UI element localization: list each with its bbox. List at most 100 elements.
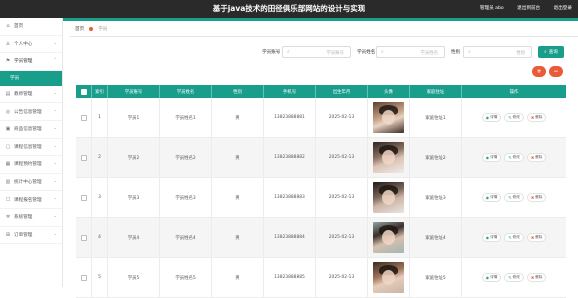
edit-button[interactable]: ✎ 修改: [504, 273, 524, 282]
sidebar-item-system[interactable]: ✲ 系统管理 ⌄: [0, 209, 62, 227]
view-button[interactable]: ◉ 详情: [481, 193, 502, 202]
add-button[interactable]: +: [532, 66, 546, 77]
sidebar-item-notices[interactable]: ◎ 公告信息管理 ⌄: [0, 103, 62, 121]
breadcrumb: 首页 学员: [75, 26, 107, 32]
edit-icon: ✎: [508, 155, 512, 160]
row-name: 学员姓名3: [160, 177, 212, 218]
sidebar-item-courses[interactable]: ▢ 课程信息管理 ⌄: [0, 139, 62, 157]
search-label-gender: 性别: [451, 50, 461, 55]
select-all-checkbox[interactable]: [80, 88, 87, 95]
sidebar-subitem-students[interactable]: 学员: [0, 70, 62, 86]
avatar-face: [382, 150, 395, 165]
box-icon: ▣: [5, 126, 11, 133]
avatar-cell: [368, 97, 410, 138]
sidebar-item-products[interactable]: ▣ 商品信息管理 ⌄: [0, 121, 62, 139]
edit-button[interactable]: ✎ 修改: [504, 113, 524, 122]
delete-icon: ✖: [530, 115, 535, 120]
top-bar: 基于java技术的田径俱乐部网站的设计与实现 管理员 abo 退出到前台 退出登…: [0, 0, 578, 18]
sidebar-item-statistics[interactable]: ▥ 统计中心管理 ⌄: [0, 174, 62, 192]
row-actions-group: ◉ 详情 ✎ 修改 ✖ 删除: [481, 153, 547, 162]
row-address: 家庭住址4: [410, 217, 462, 258]
search-input-name[interactable]: ⌕ 学员姓名: [376, 46, 445, 58]
sidebar-item-enrollments[interactable]: ☐ 课程报名管理 ⌄: [0, 191, 62, 209]
column-header: 出生年月: [316, 85, 368, 98]
avatar-face: [382, 110, 395, 125]
view-button[interactable]: ◉ 详情: [481, 113, 502, 122]
delete-row-button[interactable]: ✖ 删除: [526, 273, 547, 282]
chevron-down-icon: ⌄: [53, 213, 57, 219]
column-header: 家庭住址: [410, 85, 462, 98]
table-header: 索引 学员账号 学员姓名 性别 手机号 出生年月 头像 家庭住址 操作: [76, 85, 566, 98]
sidebar-item-label: 商品信息管理: [14, 127, 42, 133]
delete-row-button[interactable]: ✖ 删除: [526, 153, 547, 162]
table-row: 5 学员5 学员姓名5 男 13823888885 2025-02-13 家庭住…: [76, 257, 566, 298]
row-index: 1: [92, 97, 108, 138]
view-button[interactable]: ◉ 详情: [481, 153, 502, 162]
delete-row-button[interactable]: ✖ 删除: [526, 193, 547, 202]
sidebar-item-label: 系统管理: [14, 215, 33, 221]
row-account: 学员4: [108, 217, 160, 258]
sidebar-item-label: 课程预约管理: [14, 162, 42, 168]
row-index: 3: [92, 177, 108, 218]
edit-icon: ✎: [508, 195, 512, 200]
view-icon: ◉: [485, 115, 490, 120]
delete-row-button[interactable]: ✖ 删除: [526, 113, 547, 122]
row-checkbox[interactable]: [80, 154, 87, 161]
chevron-down-icon: ⌄: [53, 108, 57, 114]
row-birth: 2025-02-13: [316, 137, 368, 178]
breadcrumb-home[interactable]: 首页: [75, 26, 84, 32]
row-select-cell: [76, 137, 92, 178]
row-checkbox[interactable]: [80, 194, 87, 201]
row-account: 学员5: [108, 257, 160, 298]
row-phone: 13823888884: [264, 217, 316, 258]
sidebar-item-label: 课程信息管理: [14, 144, 42, 150]
chevron-down-icon: ⌄: [53, 161, 57, 167]
column-header: 手机号: [264, 85, 316, 98]
edit-button[interactable]: ✎ 修改: [504, 193, 524, 202]
search-placeholder: 学员账号: [326, 51, 344, 56]
search-input-account[interactable]: ⌕ 学员账号: [282, 46, 351, 58]
column-header: 索引: [92, 85, 108, 98]
edit-button[interactable]: ✎ 修改: [504, 153, 524, 162]
chevron-down-icon: ⌄: [53, 178, 57, 184]
row-address: 家庭住址5: [410, 257, 462, 298]
search-button[interactable]: ⌕ 查询: [538, 46, 564, 58]
logout-link[interactable]: 退出登录: [554, 6, 572, 11]
row-checkbox[interactable]: [80, 234, 87, 241]
sidebar-item-label: 公告信息管理: [14, 109, 42, 115]
sidebar-item-home[interactable]: ⌂ 首页: [0, 18, 62, 36]
frontend-link[interactable]: 退出到前台: [517, 6, 540, 11]
sidebar-item-reservations[interactable]: ▦ 课程预约管理 ⌄: [0, 156, 62, 174]
view-label: 详情: [490, 235, 498, 239]
table-row: 3 学员3 学员姓名3 男 13823888883 2025-02-13 家庭住…: [76, 177, 566, 218]
row-index: 4: [92, 217, 108, 258]
view-button[interactable]: ◉ 详情: [481, 233, 502, 242]
row-checkbox[interactable]: [80, 114, 87, 121]
chevron-up-icon: ⌃: [53, 58, 57, 64]
avatar: [373, 102, 404, 133]
row-checkbox[interactable]: [80, 274, 87, 281]
delete-icon: ✖: [530, 155, 535, 160]
row-name: 学员姓名4: [160, 217, 212, 258]
edit-button[interactable]: ✎ 修改: [504, 233, 524, 242]
row-phone: 13823888883: [264, 177, 316, 218]
sidebar-item-orders[interactable]: ⊞ 订单管理 ⌄: [0, 227, 62, 245]
row-gender: 男: [212, 217, 264, 258]
sidebar-item-teachers[interactable]: ▤ 教师管理 ⌄: [0, 86, 62, 104]
avatar-cell: [368, 217, 410, 258]
row-actions: ◉ 详情 ✎ 修改 ✖ 删除: [462, 138, 566, 178]
search-input-gender[interactable]: ⌕ 性别: [463, 46, 532, 58]
row-address: 家庭住址2: [410, 137, 462, 178]
view-button[interactable]: ◉ 详情: [481, 273, 502, 282]
chevron-down-icon: ⌄: [53, 231, 57, 237]
row-select-cell: [76, 217, 92, 258]
row-select-cell: [76, 97, 92, 138]
row-actions: ◉ 详情 ✎ 修改 ✖ 删除: [462, 98, 566, 138]
sidebar-item-label: 订单管理: [14, 232, 33, 238]
delete-row-button[interactable]: ✖ 删除: [526, 233, 547, 242]
delete-button[interactable]: −: [549, 66, 563, 77]
row-actions-group: ◉ 详情 ✎ 修改 ✖ 删除: [481, 273, 547, 282]
table-row: 4 学员4 学员姓名4 男 13823888884 2025-02-13 家庭住…: [76, 217, 566, 258]
avatar-face: [382, 270, 395, 285]
row-actions: ◉ 详情 ✎ 修改 ✖ 删除: [462, 258, 566, 298]
